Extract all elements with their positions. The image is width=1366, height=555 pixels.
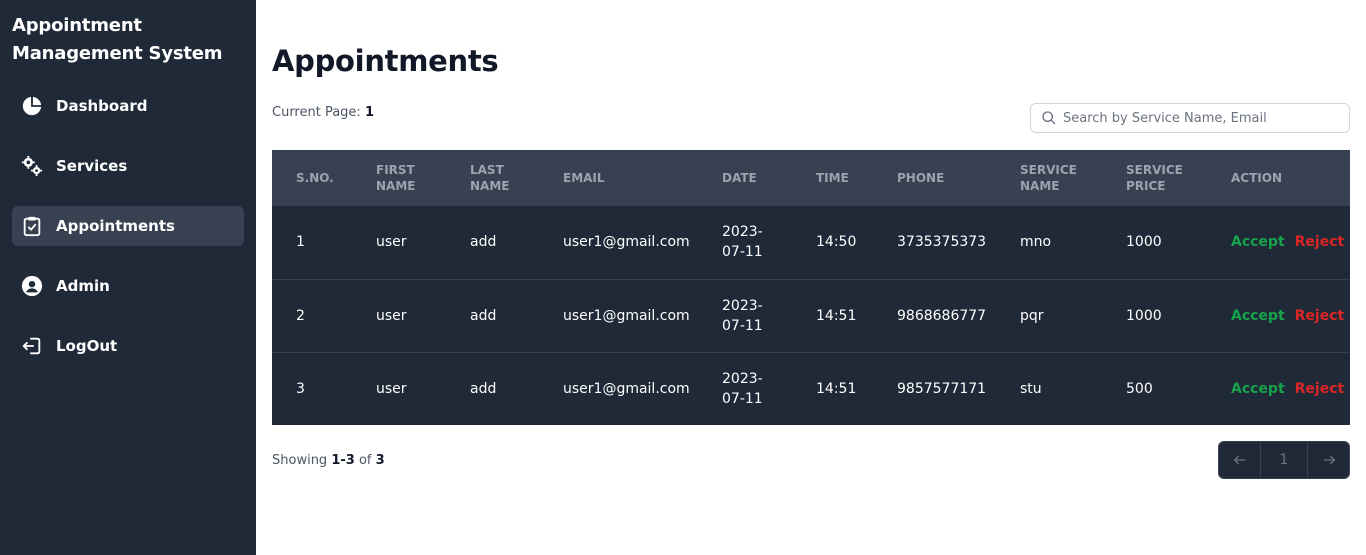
cell-last-name: add <box>470 307 497 324</box>
sidebar-item-label: LogOut <box>56 337 118 355</box>
showing-summary: Showing 1-3 of 3 <box>272 453 385 468</box>
cell-time: 14:51 <box>816 380 857 397</box>
header-email: EMAIL <box>563 171 605 185</box>
showing-of: of <box>358 452 372 468</box>
clipboard-check-icon <box>20 214 44 238</box>
user-circle-icon <box>20 274 44 298</box>
current-page-value: 1 <box>364 105 374 120</box>
sidebar-item-label: Appointments <box>56 217 175 235</box>
prev-page-button[interactable] <box>1219 442 1260 478</box>
sidebar-item-dashboard[interactable]: Dashboard <box>12 86 244 126</box>
cell-action: Accept Reject <box>1207 352 1350 425</box>
cell-action: Accept Reject <box>1207 279 1350 352</box>
cell-date: 2023-07-11 <box>722 224 763 261</box>
cell-service-name: stu <box>1020 380 1042 397</box>
pie-chart-icon <box>20 94 44 118</box>
cell-date: 2023-07-11 <box>722 297 763 334</box>
arrow-right-icon <box>1323 455 1335 465</box>
next-page-button[interactable] <box>1308 442 1349 478</box>
cell-sno: 3 <box>296 380 305 397</box>
cell-time: 14:51 <box>816 307 857 324</box>
cell-service-price: 500 <box>1126 380 1153 397</box>
cell-action: Accept Reject <box>1207 206 1350 279</box>
arrow-left-icon <box>1233 455 1245 465</box>
logout-icon <box>20 334 44 358</box>
search-box[interactable] <box>1030 103 1350 133</box>
sidebar-item-label: Admin <box>56 277 110 295</box>
cell-service-name: pqr <box>1020 307 1044 324</box>
cell-first-name: user <box>376 234 407 251</box>
app-brand: Appointment Management System <box>12 15 223 64</box>
table-row: 1 user add user1@gmail.com 2023-07-11 14… <box>272 206 1350 279</box>
reject-button[interactable]: Reject <box>1295 381 1345 397</box>
sidebar-item-label: Services <box>56 157 128 175</box>
search-input[interactable] <box>1063 110 1339 126</box>
sidebar-item-admin[interactable]: Admin <box>12 266 244 306</box>
sidebar: Appointment Management System Dashboard … <box>0 0 256 555</box>
cell-phone: 9857577171 <box>897 380 987 397</box>
cell-phone: 3735375373 <box>897 234 987 251</box>
cell-service-price: 1000 <box>1126 307 1162 324</box>
reject-button[interactable]: Reject <box>1295 234 1345 250</box>
header-first-name: FIRST NAME <box>376 163 416 193</box>
showing-total: 3 <box>375 452 385 468</box>
header-last-name: LAST NAME <box>470 163 510 193</box>
header-date: DATE <box>722 171 757 185</box>
showing-range: 1-3 <box>331 452 355 468</box>
main-content: Appointments Current Page: 1 S.NO. FIRST… <box>256 0 1366 555</box>
cell-sno: 2 <box>296 307 305 324</box>
sidebar-item-appointments[interactable]: Appointments <box>12 206 244 246</box>
current-page-indicator: Current Page: 1 <box>272 104 374 120</box>
pagination: 1 <box>1218 441 1350 479</box>
page-title: Appointments <box>272 44 499 78</box>
search-icon <box>1042 111 1056 125</box>
header-phone: PHONE <box>897 171 945 185</box>
cell-time: 14:50 <box>816 234 857 251</box>
header-time: TIME <box>816 171 849 185</box>
cell-last-name: add <box>470 380 497 397</box>
cell-first-name: user <box>376 380 407 397</box>
gears-icon <box>20 154 44 178</box>
sidebar-item-services[interactable]: Services <box>12 146 244 186</box>
table-row: 2 user add user1@gmail.com 2023-07-11 14… <box>272 279 1350 352</box>
cell-service-name: mno <box>1020 234 1052 251</box>
accept-button[interactable]: Accept <box>1231 308 1285 324</box>
sidebar-item-logout[interactable]: LogOut <box>12 326 244 366</box>
current-page-label: Current Page: <box>272 105 361 120</box>
cell-email: user1@gmail.com <box>563 234 690 251</box>
reject-button[interactable]: Reject <box>1295 308 1345 324</box>
cell-date: 2023-07-11 <box>722 370 763 407</box>
cell-phone: 9868686777 <box>897 307 987 324</box>
cell-first-name: user <box>376 307 407 324</box>
table-footer: Showing 1-3 of 3 1 <box>272 441 1350 479</box>
cell-service-price: 1000 <box>1126 234 1162 251</box>
header-service-price: SERVICE PRICE <box>1126 163 1183 193</box>
header-sno: S.NO. <box>296 171 334 185</box>
app-root: Appointment Management System Dashboard … <box>0 0 1366 555</box>
cell-email: user1@gmail.com <box>563 307 690 324</box>
header-service-name: SERVICE NAME <box>1020 163 1077 193</box>
table-header-row: S.NO. FIRST NAME LAST NAME EMAIL DATE TI… <box>272 150 1350 206</box>
cell-email: user1@gmail.com <box>563 380 690 397</box>
appointments-table: S.NO. FIRST NAME LAST NAME EMAIL DATE TI… <box>272 150 1350 425</box>
accept-button[interactable]: Accept <box>1231 381 1285 397</box>
table-row: 3 user add user1@gmail.com 2023-07-11 14… <box>272 352 1350 425</box>
showing-prefix: Showing <box>272 452 328 468</box>
page-number-button[interactable]: 1 <box>1260 442 1308 478</box>
cell-sno: 1 <box>296 234 305 251</box>
sidebar-item-label: Dashboard <box>56 97 148 115</box>
toolbar: Current Page: 1 <box>272 103 1350 150</box>
header-action: ACTION <box>1231 171 1282 185</box>
accept-button[interactable]: Accept <box>1231 234 1285 250</box>
cell-last-name: add <box>470 234 497 251</box>
